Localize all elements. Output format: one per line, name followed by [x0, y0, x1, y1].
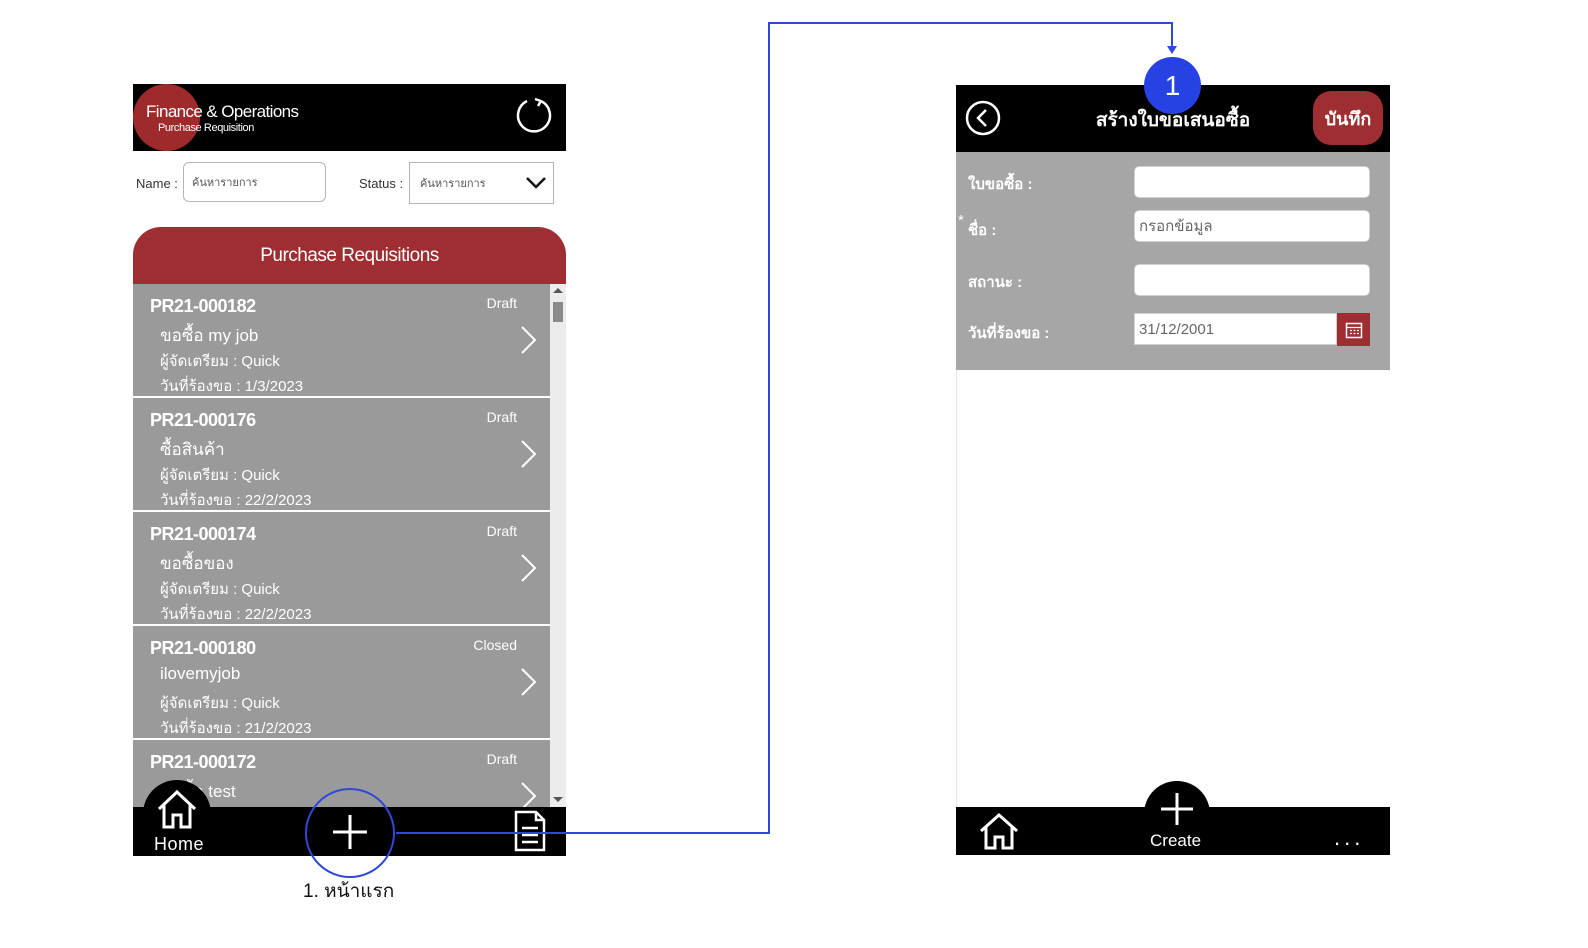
home-icon[interactable]: [978, 811, 1020, 851]
pr-number-input[interactable]: [1134, 166, 1370, 198]
pr-request-date: วันที่ร้องขอ : 22/2/2023: [160, 606, 312, 623]
pr-status: Draft: [486, 295, 517, 311]
home-icon[interactable]: [155, 787, 199, 831]
pr-status: Draft: [486, 523, 517, 539]
pr-preparer: ผู้จัดเตรียม : Quick: [160, 467, 280, 484]
pr-preparer: ผู้จัดเตรียม : Quick: [160, 695, 280, 712]
chevron-right-icon[interactable]: [518, 439, 538, 469]
brand-title: Finance & Operations: [146, 102, 299, 121]
document-icon[interactable]: [513, 810, 547, 852]
name-filter-label: Name :: [136, 176, 178, 191]
status-filter-label: Status :: [359, 176, 404, 191]
brand-subtitle: Purchase Requisition: [158, 122, 254, 134]
chevron-right-icon[interactable]: [518, 553, 538, 583]
status-select-value: ค้นหารายการ: [420, 178, 486, 190]
pr-number-label: ใบขอซื้อ :: [968, 176, 1033, 193]
required-mark: *: [958, 212, 964, 229]
pr-status: Closed: [473, 637, 517, 653]
scroll-thumb[interactable]: [553, 302, 563, 322]
scroll-down-arrow[interactable]: [553, 797, 563, 802]
plus-icon[interactable]: [1159, 791, 1195, 827]
list-item[interactable]: PR21-000176 Draft ซื้อสินค้า ผู้จัดเตรีย…: [133, 398, 550, 510]
requisition-list: PR21-000182 Draft ขอซื้อ my job ผู้จัดเต…: [133, 284, 550, 807]
pr-status: Draft: [486, 751, 517, 767]
status-label: สถานะ :: [968, 274, 1023, 291]
pr-description: ซื้อสินค้า: [160, 440, 225, 459]
pr-preparer: ผู้จัดเตรียม : Quick: [160, 581, 280, 598]
status-input[interactable]: [1134, 264, 1370, 296]
calendar-button[interactable]: [1337, 313, 1370, 346]
create-nav-label[interactable]: Create: [1150, 831, 1201, 851]
name-input[interactable]: กรอกข้อมูล: [1134, 210, 1370, 242]
pr-id: PR21-000176: [150, 410, 256, 430]
request-date-label: วันที่ร้องขอ :: [968, 325, 1050, 342]
pr-request-date: วันที่ร้องขอ : 22/2/2023: [160, 492, 312, 509]
list-item[interactable]: PR21-000180 Closed ilovemyjob ผู้จัดเตรี…: [133, 626, 550, 738]
pr-request-date: วันที่ร้องขอ : 21/2/2023: [160, 720, 312, 737]
annotation-highlight-circle: [305, 788, 395, 878]
pr-id: PR21-000172: [150, 752, 256, 772]
home-nav-label[interactable]: Home: [154, 834, 204, 855]
list-item[interactable]: PR21-000182 Draft ขอซื้อ my job ผู้จัดเต…: [133, 284, 550, 396]
create-content-area: [956, 370, 1390, 807]
pr-description: ขอซื้อ my job: [160, 326, 259, 345]
list-title: Purchase Requisitions: [133, 227, 566, 284]
pr-request-date: วันที่ร้องขอ : 1/3/2023: [160, 378, 304, 395]
scroll-up-arrow[interactable]: [553, 288, 563, 293]
pr-status: Draft: [486, 409, 517, 425]
pr-description: ขอซื้อของ: [160, 554, 234, 573]
annotation-caption: 1. หน้าแรก: [303, 881, 395, 902]
chevron-right-icon[interactable]: [518, 667, 538, 697]
request-date-input[interactable]: 31/12/2001: [1134, 313, 1337, 345]
pr-description: ilovemyjob: [160, 664, 241, 683]
pr-preparer: ผู้จัดเตรียม : Quick: [160, 353, 280, 370]
pr-id: PR21-000174: [150, 524, 256, 544]
chevron-right-icon[interactable]: [518, 325, 538, 355]
pr-id: PR21-000180: [150, 638, 256, 658]
name-search-input[interactable]: ค้นหารายการ: [183, 162, 326, 202]
create-form: ใบขอซื้อ : * ชื่อ : กรอกข้อมูล สถานะ : ว…: [956, 152, 1390, 370]
list-scrollbar[interactable]: [550, 284, 566, 807]
refresh-icon[interactable]: [514, 96, 554, 136]
list-screen: Finance & Operations Purchase Requisitio…: [133, 84, 566, 856]
chevron-right-icon[interactable]: [518, 781, 538, 807]
name-search-placeholder: ค้นหารายการ: [192, 177, 258, 189]
name-label: ชื่อ :: [968, 222, 997, 239]
list-item[interactable]: PR21-000174 Draft ขอซื้อของ ผู้จัดเตรียม…: [133, 512, 550, 624]
chevron-down-icon: [526, 177, 546, 189]
calendar-icon[interactable]: [1345, 321, 1363, 339]
save-button[interactable]: บันทึก: [1313, 91, 1383, 145]
more-icon[interactable]: ...: [1334, 825, 1364, 851]
step-badge: 1: [1144, 57, 1201, 114]
pr-id: PR21-000182: [150, 296, 256, 316]
create-screen: สร้างใบขอเสนอซื้อ บันทึก 1 ใบขอซื้อ : * …: [956, 57, 1390, 855]
status-select[interactable]: ค้นหารายการ: [409, 162, 554, 204]
